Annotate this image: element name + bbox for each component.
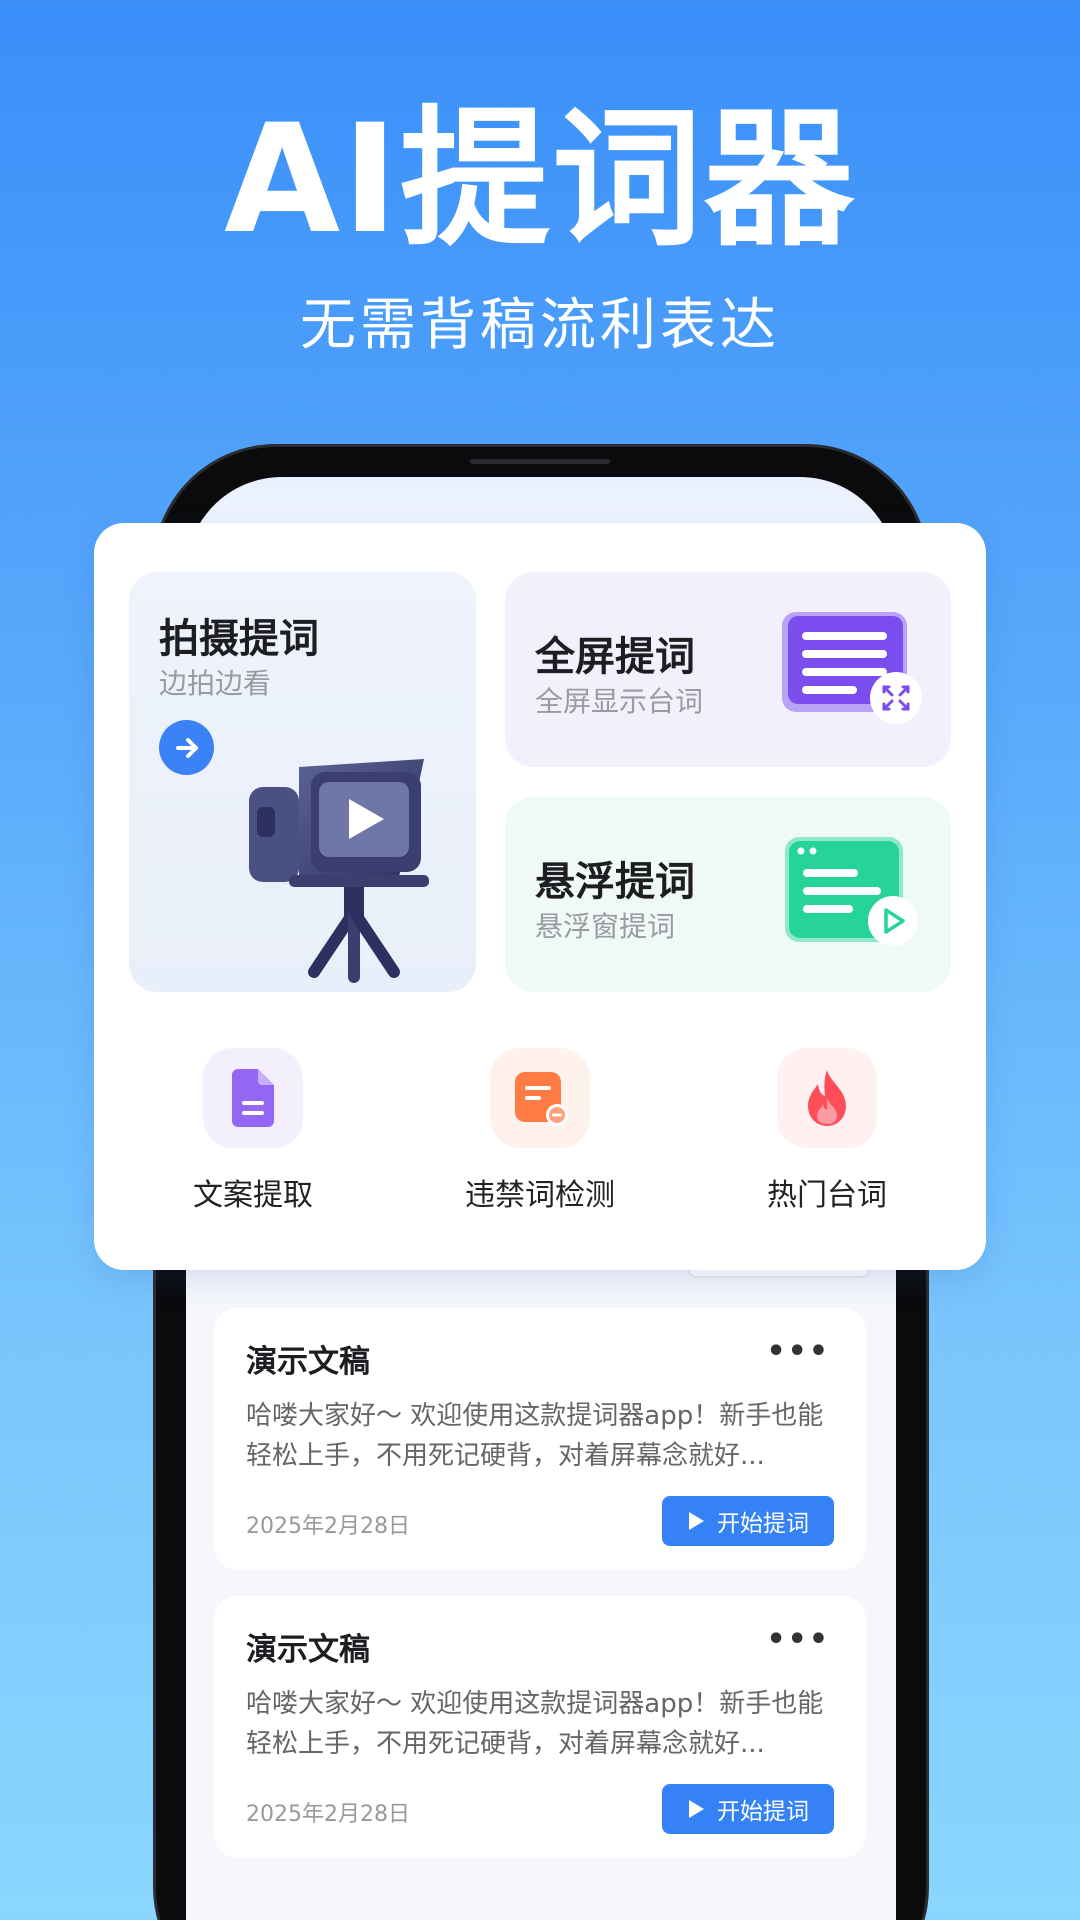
fullscreen-text-icon [782, 612, 922, 724]
shoot-prompt-tile[interactable]: 拍摄提词 边拍边看 [129, 572, 476, 992]
quick-action-label: 热门台词 [767, 1178, 887, 1213]
script-date: 2025年2月28日 [246, 1802, 410, 1827]
quick-action-label: 违禁词检测 [465, 1178, 615, 1213]
quick-action-label: 文案提取 [193, 1178, 313, 1213]
arrow-right-icon[interactable] [159, 720, 214, 775]
floating-prompt-title: 悬浮提词 [535, 859, 695, 905]
shoot-prompt-subtitle: 边拍边看 [159, 667, 272, 700]
play-icon [689, 1512, 704, 1530]
forbidden-words-icon [490, 1048, 590, 1148]
floating-prompt-subtitle: 悬浮窗提词 [535, 910, 676, 943]
shoot-prompt-title: 拍摄提词 [159, 616, 319, 662]
hero-subtitle: 无需背稿流利表达 [300, 293, 780, 358]
script-preview: 哈喽大家好～ 欢迎使用这款提词器app！新手也能轻松上手，不用死记硬背，对着屏幕… [246, 1689, 824, 1759]
start-prompt-label: 开始提词 [717, 1511, 809, 1537]
play-icon [689, 1800, 704, 1818]
document-icon [203, 1048, 303, 1148]
floating-window-icon [785, 837, 918, 946]
start-prompt-label: 开始提词 [717, 1799, 809, 1825]
script-preview: 哈喽大家好～ 欢迎使用这款提词器app！新手也能轻松上手，不用死记硬背，对着屏幕… [246, 1401, 824, 1471]
script-title: 演示文稿 [246, 1632, 370, 1668]
fullscreen-prompt-tile[interactable]: 全屏提词 全屏显示台词 [505, 572, 951, 767]
quick-action-hot-lines[interactable]: 热门台词 [717, 1048, 937, 1214]
start-prompt-button[interactable]: 开始提词 [662, 1784, 834, 1834]
more-options-icon[interactable]: ••• [766, 1334, 830, 1369]
quick-action-forbidden-check[interactable]: 违禁词检测 [430, 1048, 650, 1214]
start-prompt-button[interactable]: 开始提词 [662, 1496, 834, 1546]
script-card[interactable]: 演示文稿 ••• 哈喽大家好～ 欢迎使用这款提词器app！新手也能轻松上手，不用… [214, 1596, 866, 1858]
script-card[interactable]: 演示文稿 ••• 哈喽大家好～ 欢迎使用这款提词器app！新手也能轻松上手，不用… [214, 1308, 866, 1570]
more-options-icon[interactable]: ••• [766, 1622, 830, 1657]
feature-card: 拍摄提词 边拍边看 全屏提词 全屏显示台词 悬浮提词 悬浮窗提词 文案提取 违禁… [94, 523, 986, 1270]
fullscreen-prompt-title: 全屏提词 [535, 634, 695, 680]
fire-icon [777, 1048, 877, 1148]
hero-title: AI提词器 [224, 93, 856, 267]
teleprompter-camera-icon [249, 759, 429, 983]
quick-action-copy-extract[interactable]: 文案提取 [143, 1048, 363, 1214]
floating-prompt-tile[interactable]: 悬浮提词 悬浮窗提词 [505, 797, 951, 992]
script-date: 2025年2月28日 [246, 1514, 410, 1539]
script-title: 演示文稿 [246, 1344, 370, 1380]
quick-actions: 文案提取 违禁词检测 热门台词 [94, 1048, 986, 1248]
fullscreen-prompt-subtitle: 全屏显示台词 [535, 685, 704, 718]
phone-speaker [470, 459, 610, 464]
